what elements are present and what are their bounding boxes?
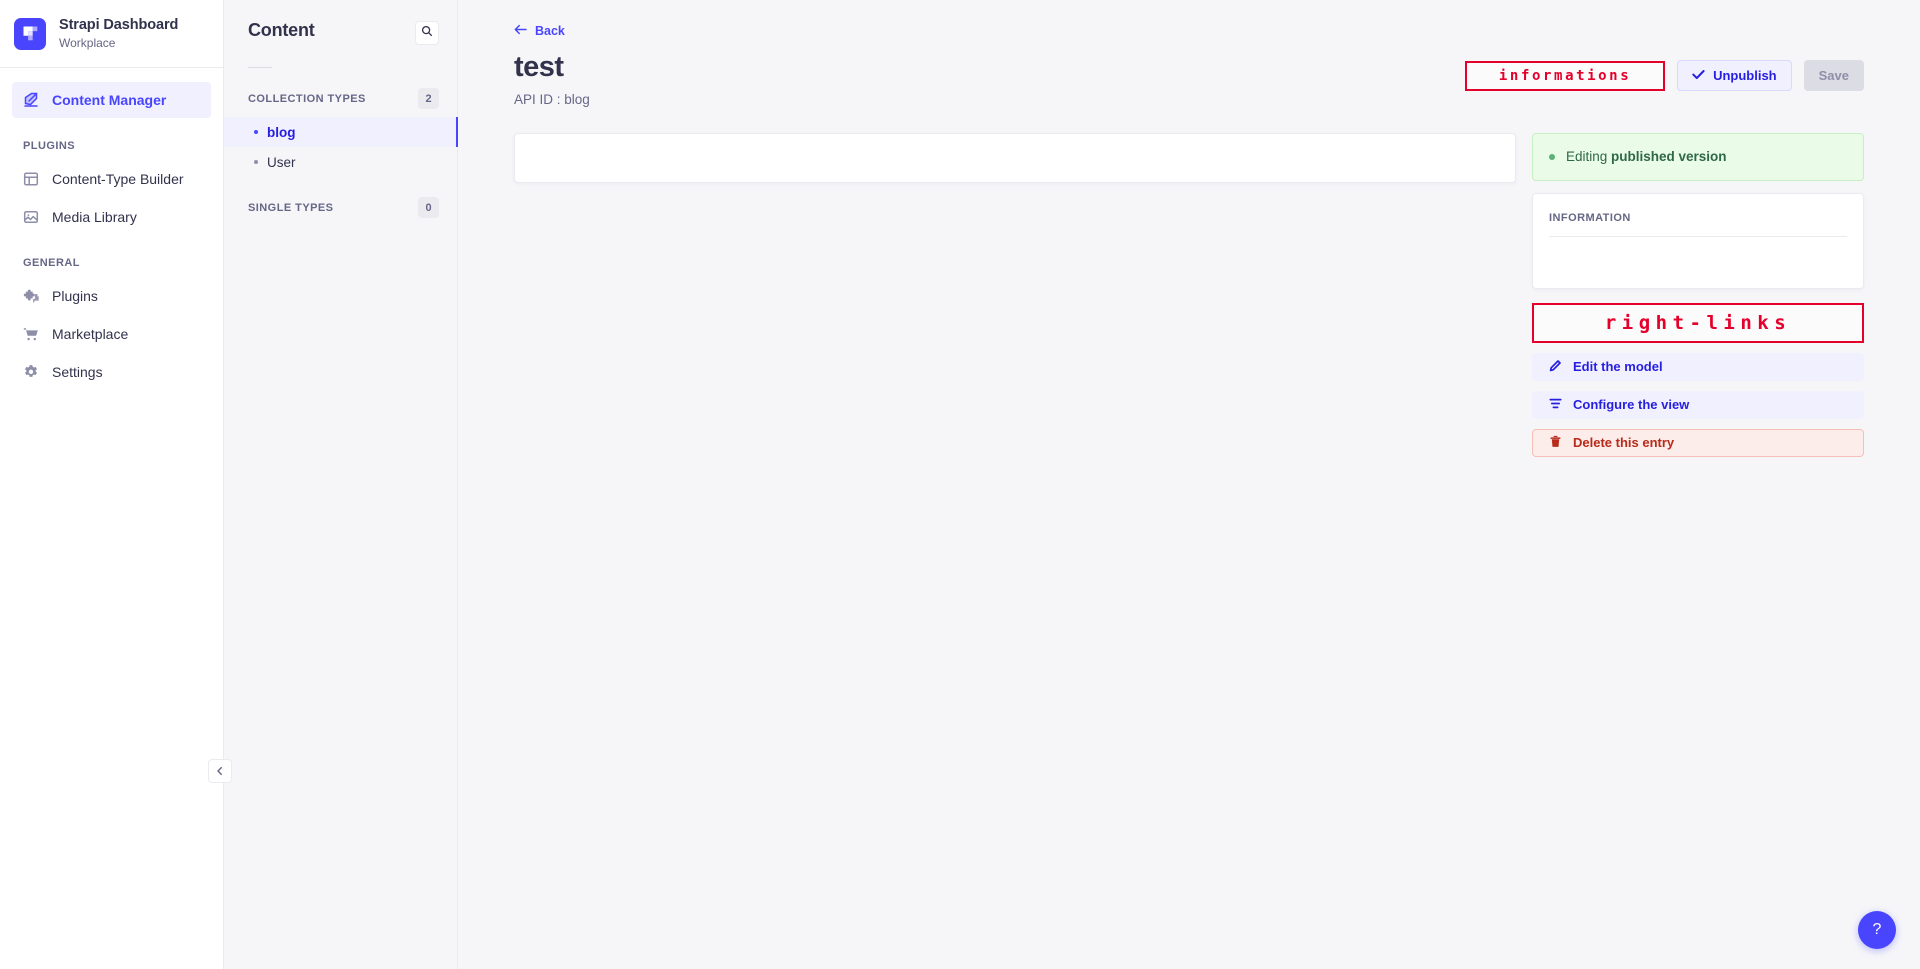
- sidebar-item-label: Marketplace: [52, 326, 129, 342]
- collection-type-item-blog[interactable]: blog: [224, 117, 458, 147]
- sidebar-item-label: Media Library: [52, 209, 137, 225]
- sidebar-nav: Content Manager PLUGINS Content-Type Bui…: [0, 68, 223, 392]
- puzzle-piece-icon: [23, 288, 39, 304]
- brand-text: Strapi Dashboard Workplace: [59, 16, 178, 51]
- chevron-left-icon: [215, 766, 225, 776]
- layout-grid-icon: [23, 171, 39, 187]
- panel-divider: [248, 67, 272, 68]
- save-label: Save: [1818, 68, 1849, 83]
- content-panel-header: Content: [224, 0, 457, 45]
- header-actions: informations Unpublish Save: [1465, 60, 1864, 91]
- help-button[interactable]: ?: [1858, 911, 1896, 949]
- sidebar-item-label: Content Manager: [52, 92, 167, 108]
- status-prefix: Editing: [1566, 149, 1612, 165]
- collection-types-list: blog User: [224, 117, 458, 177]
- back-label: Back: [535, 24, 565, 38]
- collection-type-item-user[interactable]: User: [224, 147, 457, 177]
- trash-icon: [1549, 435, 1562, 451]
- delete-this-entry-link[interactable]: Delete this entry: [1532, 428, 1864, 457]
- page-subtitle: API ID : blog: [514, 91, 590, 107]
- question-mark-icon: ?: [1872, 921, 1882, 938]
- sidebar-collapse-button[interactable]: [208, 759, 232, 783]
- status-dot-icon: [1549, 153, 1555, 160]
- link-label: Delete this entry: [1573, 435, 1675, 451]
- single-types-header: SINGLE TYPES 0: [224, 197, 457, 218]
- section-count-badge: 0: [418, 197, 439, 218]
- sidebar-item-content-manager[interactable]: Content Manager: [12, 82, 211, 118]
- annotation-informations: informations: [1465, 60, 1666, 91]
- collection-types-section: COLLECTION TYPES 2 blog User: [224, 88, 458, 177]
- unpublish-button[interactable]: Unpublish: [1677, 60, 1792, 91]
- sidebar-group-general: GENERAL Plugins Marketplace Settings: [12, 257, 211, 390]
- edit-the-model-link[interactable]: Edit the model: [1532, 352, 1864, 381]
- arrow-left-icon: [514, 24, 527, 38]
- sidebar-item-plugins[interactable]: Plugins: [12, 278, 211, 314]
- information-label: INFORMATION: [1549, 211, 1631, 224]
- collection-types-header: COLLECTION TYPES 2: [224, 88, 457, 109]
- sidebar-group-label: GENERAL: [23, 257, 80, 269]
- left-sidebar: Strapi Dashboard Workplace Content Manag…: [0, 0, 232, 969]
- section-count-badge: 2: [418, 88, 439, 109]
- check-icon: [1692, 68, 1705, 83]
- content-types-panel: Content COLLECTION TYPES 2 blog User SIN…: [224, 0, 458, 969]
- sliders-icon: [1549, 397, 1562, 413]
- link-label: Edit the model: [1573, 359, 1663, 375]
- annotation-right-links: right-links: [1532, 302, 1864, 343]
- main-body: Editing published version INFORMATION ri…: [458, 107, 1920, 457]
- unpublish-label: Unpublish: [1713, 68, 1777, 83]
- search-button[interactable]: [415, 21, 439, 45]
- sidebar-item-marketplace[interactable]: Marketplace: [12, 316, 211, 352]
- sidebar-item-label: Plugins: [52, 288, 98, 304]
- app-root: Strapi Dashboard Workplace Content Manag…: [0, 0, 1920, 969]
- sidebar-item-media-library[interactable]: Media Library: [12, 199, 211, 235]
- back-link[interactable]: Back: [514, 24, 565, 38]
- brand-header[interactable]: Strapi Dashboard Workplace: [0, 0, 223, 68]
- right-column: Editing published version INFORMATION ri…: [1532, 132, 1864, 457]
- save-button[interactable]: Save: [1803, 60, 1864, 91]
- sidebar-item-content-type-builder[interactable]: Content-Type Builder: [12, 161, 211, 197]
- status-badge: Editing published version: [1532, 132, 1864, 181]
- entry-form-card: [514, 132, 1516, 183]
- single-types-section: SINGLE TYPES 0: [224, 197, 457, 218]
- bullet-icon: [254, 160, 258, 164]
- collection-type-label: User: [267, 154, 296, 170]
- sidebar-item-label: Settings: [52, 364, 103, 380]
- brand-subtitle: Workplace: [59, 35, 116, 50]
- page-title: test: [514, 51, 564, 83]
- information-card: INFORMATION: [1532, 192, 1864, 289]
- main-content: Back test API ID : blog informations Unp…: [458, 0, 1920, 969]
- sidebar-group-label: PLUGINS: [23, 140, 76, 152]
- section-label: COLLECTION TYPES: [248, 92, 366, 105]
- brand-title: Strapi Dashboard: [59, 16, 179, 33]
- collection-type-label: blog: [267, 124, 296, 140]
- title-block: test API ID : blog: [514, 51, 590, 107]
- sidebar-item-label: Content-Type Builder: [52, 171, 184, 187]
- status-emphasis: published version: [1611, 149, 1727, 165]
- main-header: Back test API ID : blog informations Unp…: [458, 0, 1920, 107]
- link-label: Configure the view: [1573, 397, 1690, 413]
- information-divider: [1549, 235, 1847, 237]
- gear-icon: [23, 364, 39, 380]
- status-text: Editing published version: [1566, 149, 1727, 164]
- section-label: SINGLE TYPES: [248, 201, 334, 214]
- shopping-cart-icon: [23, 326, 39, 342]
- search-icon: [421, 24, 433, 42]
- sidebar-item-settings[interactable]: Settings: [12, 354, 211, 390]
- configure-the-view-link[interactable]: Configure the view: [1532, 390, 1864, 419]
- bullet-icon: [254, 130, 258, 134]
- content-panel-title: Content: [248, 20, 315, 40]
- feather-pen-icon: [23, 92, 39, 108]
- image-icon: [23, 209, 39, 225]
- title-row: test API ID : blog informations Unpublis…: [514, 51, 1864, 107]
- strapi-logo-icon: [14, 17, 46, 50]
- pencil-icon: [1549, 359, 1562, 375]
- sidebar-group-plugins: PLUGINS Content-Type Builder Media Libra…: [12, 140, 211, 235]
